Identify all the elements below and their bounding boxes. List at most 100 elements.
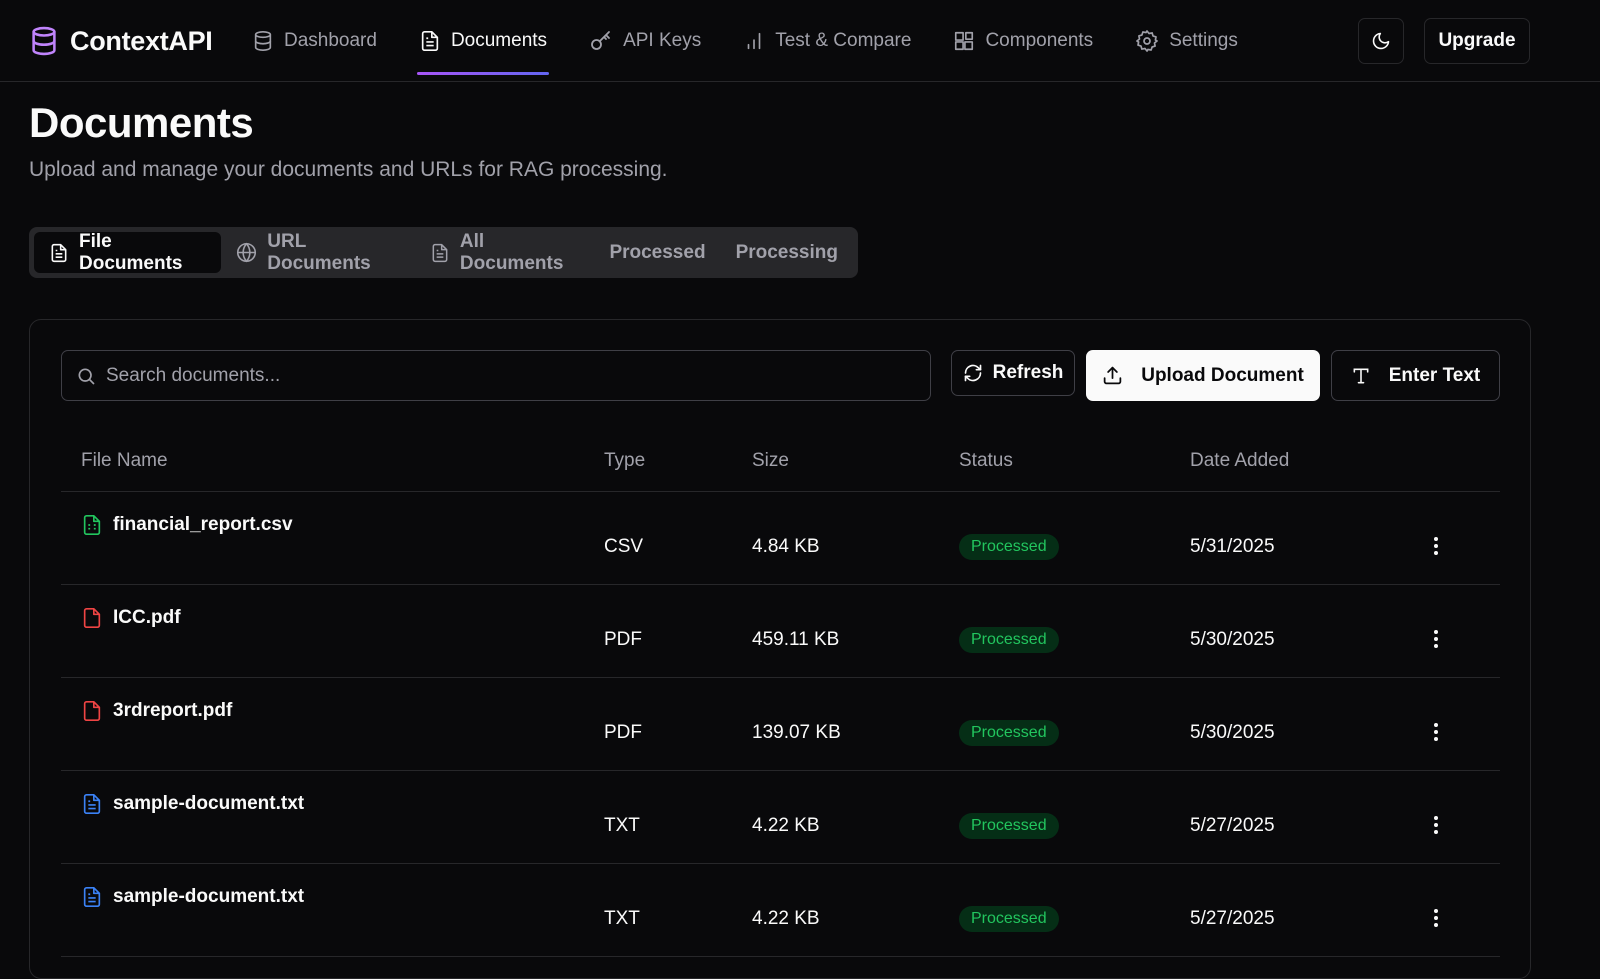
tab-processed[interactable]: Processed [594,232,720,273]
theme-toggle-button[interactable] [1358,18,1404,64]
upload-icon [1102,365,1123,386]
column-header-type[interactable]: Type [604,450,645,472]
nav-label: Dashboard [284,30,377,52]
table-row[interactable]: sample-document.txt TXT 4.22 KB Processe… [61,771,1500,864]
tab-label: File Documents [79,231,206,275]
brand[interactable]: ContextAPI [30,24,213,58]
text-type-icon [1351,366,1371,386]
row-actions-button[interactable] [1421,528,1451,564]
upload-document-button[interactable]: Upload Document [1086,350,1320,401]
refresh-label: Refresh [993,362,1064,384]
pdf-file-icon [81,606,103,630]
page-title: Documents [29,99,253,147]
tab-file-documents[interactable]: File Documents [34,232,221,273]
key-icon [589,29,613,53]
tab-processing[interactable]: Processing [721,232,853,273]
table-row[interactable]: sample-document.txt TXT 4.22 KB Processe… [61,864,1500,957]
file-name[interactable]: sample-document.txt [113,793,304,815]
search-box[interactable] [61,350,931,401]
refresh-button[interactable]: Refresh [951,350,1075,396]
table-row[interactable]: 3rdreport.pdf PDF 139.07 KB Processed 5/… [61,678,1500,771]
status-badge: Processed [959,720,1059,746]
txt-file-icon [81,792,103,816]
more-vertical-icon [1433,536,1439,556]
file-size: 4.22 KB [752,815,820,837]
search-input[interactable] [106,365,906,387]
tab-label: All Documents [460,231,580,275]
tab-url-documents[interactable]: URL Documents [221,232,415,273]
date-added: 5/31/2025 [1190,536,1275,558]
file-name[interactable]: ICC.pdf [113,607,181,629]
database-icon [252,29,274,53]
file-name-cell: 3rdreport.pdf [81,699,232,723]
blocks-icon [953,29,975,53]
file-size: 4.22 KB [752,908,820,930]
file-name[interactable]: 3rdreport.pdf [113,700,232,722]
main-nav: Dashboard Documents API Keys Test & Comp… [250,0,1278,82]
txt-file-icon [81,885,103,909]
documents-card: Refresh Upload Document Enter Text File … [29,319,1531,979]
file-text-icon [430,242,450,264]
nav-components[interactable]: Components [951,0,1095,82]
file-name-cell: ICC.pdf [81,606,181,630]
page-subtitle: Upload and manage your documents and URL… [29,158,668,182]
brand-name: ContextAPI [70,26,213,57]
nav-documents[interactable]: Documents [417,0,549,82]
file-size: 459.11 KB [752,629,839,651]
column-header-size[interactable]: Size [752,450,789,472]
file-type: TXT [604,815,640,837]
tab-all-documents[interactable]: All Documents [415,232,595,273]
csv-file-icon [81,513,103,537]
column-header-date-added[interactable]: Date Added [1190,450,1289,472]
file-text-icon [49,242,69,264]
upgrade-button[interactable]: Upgrade [1424,18,1530,64]
column-header-file-name[interactable]: File Name [81,450,168,472]
nav-label: Test & Compare [775,30,911,52]
refresh-icon [963,363,983,383]
more-vertical-icon [1433,629,1439,649]
more-vertical-icon [1433,908,1439,928]
enter-text-label: Enter Text [1389,365,1481,387]
document-tabs: File Documents URL Documents All Documen… [29,227,858,278]
nav-api-keys[interactable]: API Keys [587,0,703,82]
pdf-file-icon [81,699,103,723]
file-size: 139.07 KB [752,722,841,744]
file-type: TXT [604,908,640,930]
table-row[interactable]: ICC.pdf PDF 459.11 KB Processed 5/30/202… [61,585,1500,678]
file-type: CSV [604,536,643,558]
column-header-status[interactable]: Status [959,450,1013,472]
nav-dashboard[interactable]: Dashboard [250,0,379,82]
more-vertical-icon [1433,815,1439,835]
moon-icon [1371,31,1391,51]
file-name[interactable]: financial_report.csv [113,514,293,536]
nav-test-compare[interactable]: Test & Compare [741,0,913,82]
enter-text-button[interactable]: Enter Text [1331,350,1500,401]
status-badge: Processed [959,534,1059,560]
row-actions-button[interactable] [1421,714,1451,750]
table-header: File Name Type Size Status Date Added [61,430,1500,492]
tab-label: Processed [609,242,705,264]
upload-label: Upload Document [1141,365,1304,387]
row-actions-button[interactable] [1421,621,1451,657]
nav-label: API Keys [623,30,701,52]
file-name-cell: sample-document.txt [81,885,304,909]
tab-label: Processing [736,242,838,264]
file-text-icon [419,29,441,53]
row-actions-button[interactable] [1421,807,1451,843]
date-added: 5/30/2025 [1190,722,1275,744]
file-size: 4.84 KB [752,536,820,558]
file-name-cell: financial_report.csv [81,513,293,537]
file-name-cell: sample-document.txt [81,792,304,816]
row-actions-button[interactable] [1421,900,1451,936]
nav-label: Documents [451,30,547,52]
table-row[interactable]: financial_report.csv CSV 4.84 KB Process… [61,492,1500,585]
tab-label: URL Documents [267,231,400,275]
search-icon [76,366,96,386]
file-name[interactable]: sample-document.txt [113,886,304,908]
nav-settings[interactable]: Settings [1133,0,1240,82]
database-logo-icon [30,26,58,56]
nav-label: Components [985,30,1093,52]
date-added: 5/30/2025 [1190,629,1275,651]
file-type: PDF [604,629,642,651]
date-added: 5/27/2025 [1190,815,1275,837]
